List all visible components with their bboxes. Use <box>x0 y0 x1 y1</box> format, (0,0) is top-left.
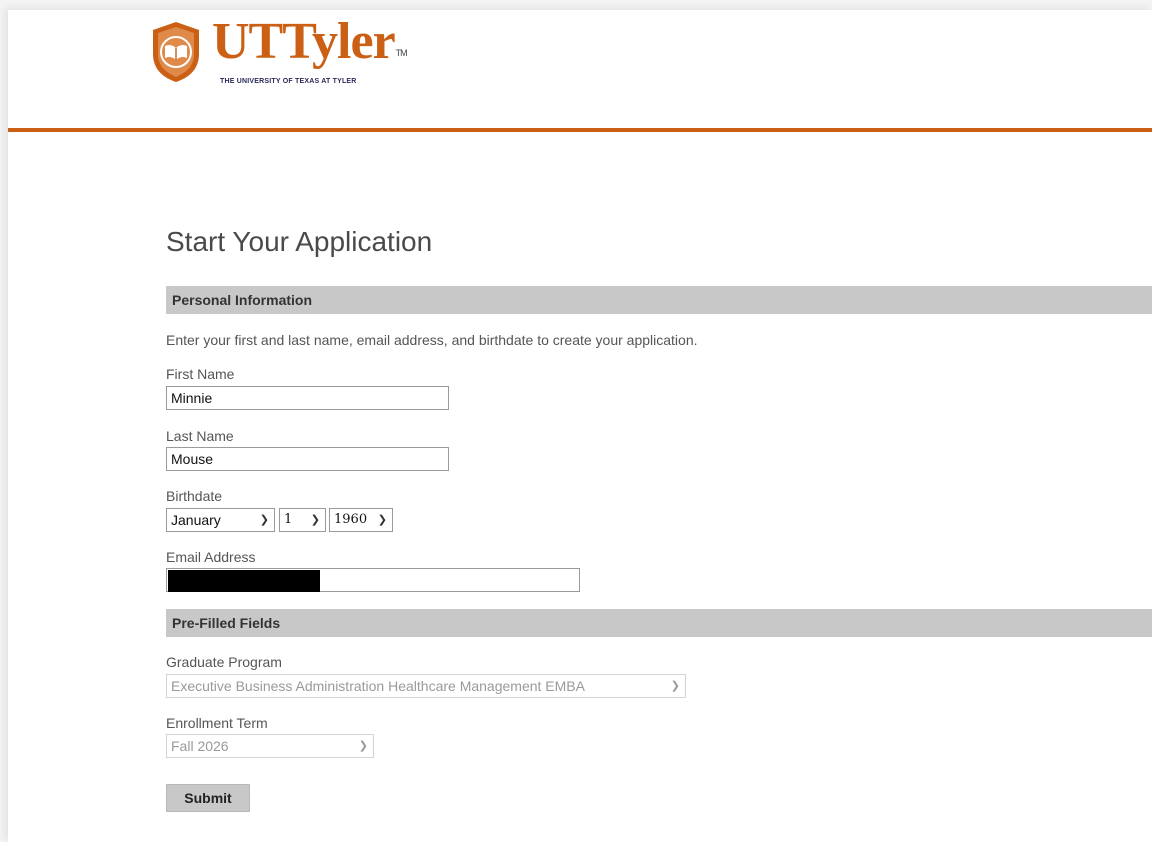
chevron-down-icon: ❯ <box>670 680 680 692</box>
section-header-prefilled: Pre-Filled Fields <box>166 609 1152 637</box>
birth-year-value: 1960 <box>334 512 368 527</box>
chevron-down-icon: ❯ <box>310 513 320 526</box>
brand-tagline: THE UNIVERSITY OF TEXAS AT TYLER <box>220 78 357 85</box>
enrollment-term-label: Enrollment Term <box>166 715 268 731</box>
page-container: UTTylerTM THE UNIVERSITY OF TEXAS AT TYL… <box>8 10 1152 842</box>
chevron-down-icon: ❯ <box>358 740 368 752</box>
birth-day-value: 1 <box>284 512 293 527</box>
section-header-personal: Personal Information <box>166 286 1152 314</box>
book-laurel-shield-icon <box>153 22 199 82</box>
chevron-down-icon: ❯ <box>377 513 387 526</box>
trademark-mark: TM <box>395 48 408 58</box>
birth-month-value: January <box>171 512 221 528</box>
birthdate-label: Birthdate <box>166 488 223 504</box>
enrollment-term-select: Fall 2026 ❯ <box>166 734 374 758</box>
graduate-program-select: Executive Business Administration Health… <box>166 674 686 698</box>
first-name-label: First Name <box>166 366 235 382</box>
chevron-down-icon: ❯ <box>259 514 269 526</box>
first-name-input[interactable]: Minnie <box>166 386 449 410</box>
last-name-label: Last Name <box>166 428 234 444</box>
birth-month-select[interactable]: January ❯ <box>166 508 275 532</box>
graduate-program-label: Graduate Program <box>166 654 282 670</box>
brand-wordmark: UTTylerTM <box>212 13 408 70</box>
email-label: Email Address <box>166 549 256 565</box>
last-name-input[interactable]: Mouse <box>166 447 449 471</box>
site-header: UTTylerTM THE UNIVERSITY OF TEXAS AT TYL… <box>8 10 1152 128</box>
header-divider <box>8 128 1152 132</box>
email-input[interactable] <box>166 568 580 592</box>
redaction-block <box>168 570 320 592</box>
personal-intro-text: Enter your first and last name, email ad… <box>166 332 698 348</box>
submit-button[interactable]: Submit <box>166 784 250 812</box>
enrollment-term-value: Fall 2026 <box>171 738 229 754</box>
page-title: Start Your Application <box>166 226 433 257</box>
birth-day-select[interactable]: 1 ❯ <box>279 508 326 532</box>
graduate-program-value: Executive Business Administration Health… <box>171 678 585 694</box>
birth-year-select[interactable]: 1960 ❯ <box>329 508 393 532</box>
